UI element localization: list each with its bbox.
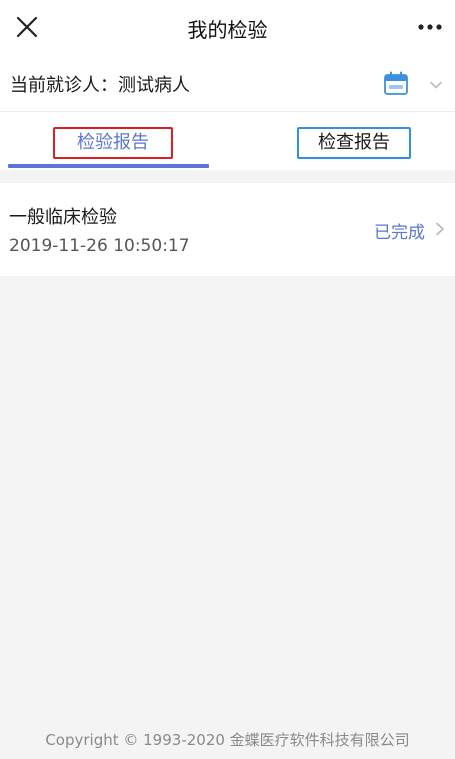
chevron-right-icon [436, 222, 444, 236]
current-patient-label: 当前就诊人：测试病人 [10, 75, 190, 96]
nav-bar: 我的检验 [0, 0, 455, 55]
report-status: 已完成 [374, 223, 425, 243]
chevron-down-icon[interactable] [428, 77, 444, 93]
calendar-icon[interactable] [383, 71, 409, 97]
page-title: 我的检验 [187, 18, 268, 42]
tab-lab-report[interactable]: 检验报告 [53, 127, 173, 159]
more-dots-icon[interactable] [415, 14, 445, 40]
report-timestamp: 2019-11-26 10:50:17 [9, 236, 190, 256]
report-list-item[interactable]: 一般临床检验 2019-11-26 10:50:17 已完成 [0, 183, 455, 276]
report-title: 一般临床检验 [9, 207, 117, 228]
active-tab-indicator [8, 164, 209, 168]
report-tabs: 检验报告 检查报告 [0, 112, 455, 170]
copyright-footer: Copyright © 1993-2020 金蝶医疗软件科技有限公司 [45, 731, 410, 749]
patient-bar: 当前就诊人：测试病人 [0, 55, 455, 112]
tab-exam-report[interactable]: 检查报告 [297, 127, 411, 159]
